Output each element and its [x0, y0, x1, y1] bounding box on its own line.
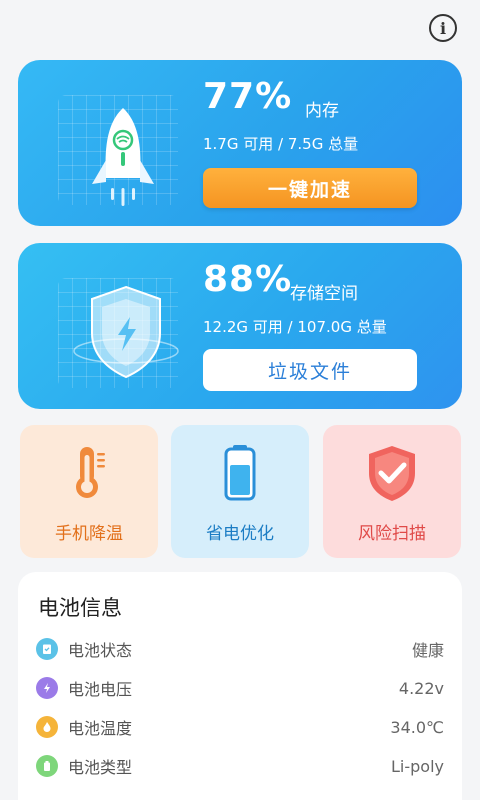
- tile-label: 风险扫描: [358, 524, 426, 544]
- row-label: 电池电压: [68, 680, 133, 699]
- shield-bolt-icon: [73, 285, 179, 379]
- battery-voltage-row: 电池电压 4.22v: [36, 673, 444, 703]
- memory-usage: 1.7G 可用 / 7.5G 总量: [203, 135, 359, 153]
- bolt-icon: [36, 677, 58, 699]
- storage-percent: 88%: [203, 259, 293, 300]
- rocket-icon: [92, 108, 154, 206]
- memory-card: 77% 内存 1.7G 可用 / 7.5G 总量 一键加速: [18, 60, 462, 226]
- tile-label: 手机降温: [55, 524, 123, 544]
- shield-check-icon: [369, 446, 415, 501]
- row-value: Li-poly: [391, 756, 444, 776]
- storage-label: 存储空间: [290, 284, 358, 304]
- memory-label: 内存: [305, 101, 339, 121]
- battery-small-icon: [36, 755, 58, 777]
- battery-info-title: 电池信息: [38, 596, 122, 620]
- battery-type-row: 电池类型 Li-poly: [36, 751, 444, 781]
- clipboard-icon: [36, 638, 58, 660]
- row-label: 电池类型: [68, 758, 133, 777]
- phone-cooling-tile[interactable]: 手机降温: [20, 425, 158, 558]
- battery-icon: [224, 445, 256, 501]
- battery-status-row: 电池状态 健康: [36, 634, 444, 664]
- tile-label: 省电优化: [206, 524, 274, 544]
- flame-icon: [36, 716, 58, 738]
- junk-files-button[interactable]: 垃圾文件: [203, 349, 417, 391]
- boost-button[interactable]: 一键加速: [203, 168, 417, 208]
- info-icon[interactable]: i: [429, 14, 457, 42]
- power-saving-tile[interactable]: 省电优化: [171, 425, 309, 558]
- row-value: 4.22v: [398, 678, 444, 698]
- memory-percent: 77%: [203, 76, 293, 117]
- battery-temperature-row: 电池温度 34.0℃: [36, 712, 444, 742]
- storage-card: 88% 存储空间 12.2G 可用 / 107.0G 总量 垃圾文件: [18, 243, 462, 409]
- storage-usage: 12.2G 可用 / 107.0G 总量: [203, 318, 387, 336]
- row-label: 电池温度: [68, 719, 133, 738]
- row-label: 电池状态: [68, 641, 133, 660]
- row-value: 健康: [411, 641, 444, 660]
- thermometer-icon: [76, 447, 105, 498]
- battery-info-card: 电池信息 电池状态 健康 电池电压 4.22v 电池温度 34.0℃ 电池类型 …: [18, 572, 462, 800]
- row-value: 34.0℃: [390, 717, 444, 737]
- risk-scan-tile[interactable]: 风险扫描: [323, 425, 461, 558]
